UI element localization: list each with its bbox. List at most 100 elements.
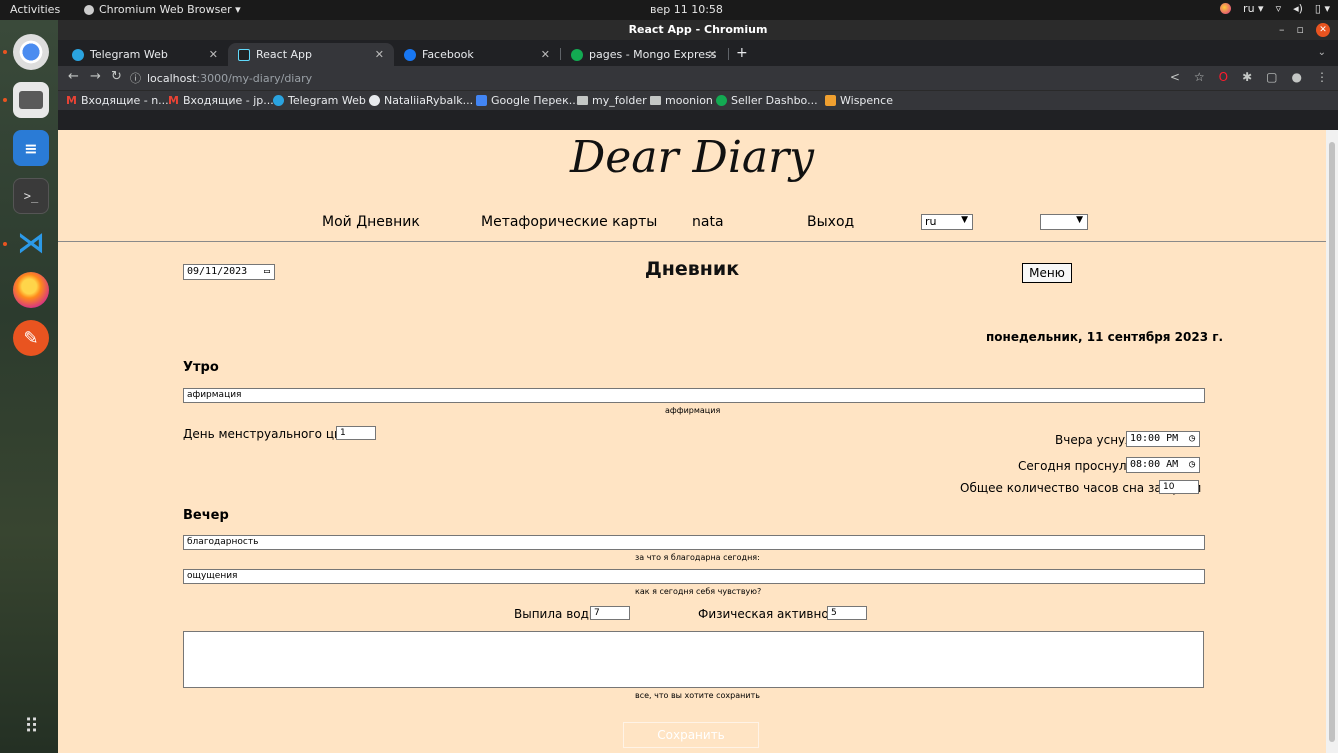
folder-icon bbox=[650, 96, 661, 105]
writer-dock-icon[interactable]: ≡ bbox=[13, 130, 49, 166]
tab-mongo-express[interactable]: pages - Mongo Express ✕ bbox=[561, 43, 727, 66]
bookmark-label: my_folder bbox=[592, 94, 647, 107]
tab-close-icon[interactable]: ✕ bbox=[541, 48, 550, 61]
tab-telegram[interactable]: Telegram Web ✕ bbox=[62, 43, 228, 66]
bookmark-star-icon[interactable]: ☆ bbox=[1194, 70, 1205, 84]
side-panel-icon[interactable]: ▢ bbox=[1266, 70, 1277, 84]
bookmark-item[interactable]: M Входящие - jp... bbox=[168, 94, 274, 107]
maximize-icon[interactable]: ▫ bbox=[1297, 23, 1304, 37]
tab-label: pages - Mongo Express bbox=[589, 48, 717, 61]
site-logo[interactable]: Dear Diary bbox=[58, 132, 1326, 183]
bookmark-item[interactable]: Seller Dashbo... bbox=[716, 94, 818, 107]
page-scrollbar[interactable] bbox=[1326, 130, 1338, 753]
woke-up-time-value: 08:00 AM bbox=[1130, 459, 1179, 470]
battery-icon[interactable]: ▯ ▾ bbox=[1315, 2, 1330, 15]
language-select[interactable]: ru ▼ bbox=[921, 214, 973, 230]
nav-my-diary[interactable]: Мой Дневник bbox=[322, 214, 420, 230]
running-indicator bbox=[3, 50, 7, 54]
cycle-day-input[interactable]: 1 bbox=[336, 426, 376, 440]
wispence-icon bbox=[825, 95, 836, 106]
clock-icon[interactable]: ◷ bbox=[1189, 458, 1195, 472]
inkscape-dock-icon[interactable]: ✎ bbox=[13, 320, 49, 356]
activities-button[interactable]: Activities bbox=[10, 3, 60, 16]
vscode-dock-icon[interactable]: ⋊ bbox=[13, 224, 49, 260]
affirmation-input[interactable]: афирмация bbox=[183, 388, 1205, 403]
nav-user[interactable]: nata bbox=[692, 214, 724, 230]
reload-icon[interactable]: ↻ bbox=[111, 69, 122, 84]
google-translate-icon bbox=[476, 95, 487, 106]
tab-strip: Telegram Web ✕ React App ✕ Facebook ✕ pa… bbox=[58, 40, 1338, 66]
tab-close-icon[interactable]: ✕ bbox=[209, 48, 218, 61]
woke-up-time-input[interactable]: 08:00 AM ◷ bbox=[1126, 457, 1200, 473]
bookmark-item[interactable]: my_folder bbox=[577, 94, 647, 107]
running-indicator bbox=[3, 242, 7, 246]
tab-facebook[interactable]: Facebook ✕ bbox=[394, 43, 560, 66]
firefox-tray-icon[interactable] bbox=[1220, 3, 1232, 14]
telegram-icon bbox=[273, 95, 284, 106]
save-button[interactable]: Сохранить bbox=[623, 722, 759, 748]
bookmark-item[interactable]: NataliiaRybalk... bbox=[369, 94, 473, 107]
feelings-input[interactable]: ощущения bbox=[183, 569, 1205, 584]
app-menu[interactable]: Chromium Web Browser ▾ bbox=[84, 3, 241, 16]
clock[interactable]: вер 11 10:58 bbox=[650, 3, 723, 16]
activity-input[interactable]: 5 bbox=[827, 606, 867, 620]
tab-close-icon[interactable]: ✕ bbox=[375, 48, 384, 61]
full-date: понедельник, 11 сентября 2023 г. bbox=[986, 330, 1224, 344]
profile-icon[interactable]: ● bbox=[1292, 70, 1302, 84]
bookmark-label: Wispence bbox=[840, 94, 893, 107]
address-path: :3000/my-diary/diary bbox=[196, 71, 313, 85]
close-icon[interactable]: ✕ bbox=[1316, 23, 1330, 37]
site-info-icon[interactable]: ⓘ bbox=[130, 70, 141, 86]
bookmark-item[interactable]: Telegram Web bbox=[273, 94, 366, 107]
menu-button[interactable]: Меню bbox=[1022, 263, 1072, 283]
bookmark-item[interactable]: Wispence bbox=[825, 94, 893, 107]
bookmark-item[interactable]: moonion bbox=[650, 94, 713, 107]
new-tab-icon[interactable]: + bbox=[736, 45, 748, 61]
gratitude-hint: за что я благодарна сегодня: bbox=[635, 553, 760, 562]
terminal-dock-icon[interactable]: >_ bbox=[13, 178, 49, 214]
language-indicator[interactable]: ru ▾ bbox=[1243, 2, 1264, 15]
tab-label: React App bbox=[256, 48, 313, 61]
system-tray[interactable]: ru ▾ ▿ ◂) ▯ ▾ bbox=[1220, 2, 1330, 15]
sleep-hours-input[interactable]: 10 bbox=[1159, 480, 1199, 494]
address-bar[interactable]: ⓘ localhost:3000/my-diary/diary bbox=[130, 68, 1130, 88]
gratitude-input[interactable]: благодарность bbox=[183, 535, 1205, 550]
secondary-select[interactable]: ▼ bbox=[1040, 214, 1088, 230]
bookmark-label: Telegram Web bbox=[288, 94, 366, 107]
browser-menu-icon[interactable]: ⋮ bbox=[1316, 70, 1328, 84]
header-divider bbox=[58, 241, 1326, 242]
firefox-dock-icon[interactable] bbox=[13, 272, 49, 308]
scrollbar-thumb[interactable] bbox=[1329, 142, 1335, 742]
extensions-icon[interactable]: ✱ bbox=[1242, 70, 1252, 84]
minimize-icon[interactable]: – bbox=[1279, 23, 1285, 37]
fell-asleep-time-input[interactable]: 10:00 PM ◷ bbox=[1126, 431, 1200, 447]
back-icon[interactable]: ← bbox=[68, 69, 79, 84]
files-dock-icon[interactable] bbox=[13, 82, 49, 118]
bookmark-item[interactable]: M Входящие - n... bbox=[66, 94, 169, 107]
forward-icon[interactable]: → bbox=[90, 69, 101, 84]
page-content: Dear Diary Мой Дневник Метафорические ка… bbox=[58, 130, 1326, 753]
window-title: React App - Chromium bbox=[58, 20, 1338, 40]
tab-close-icon[interactable]: ✕ bbox=[708, 48, 717, 61]
morning-heading: Утро bbox=[183, 360, 219, 375]
browser-window: React App - Chromium – ▫ ✕ Telegram Web … bbox=[58, 20, 1338, 753]
chromium-dock-icon[interactable] bbox=[13, 34, 49, 70]
notes-textarea[interactable] bbox=[183, 631, 1204, 688]
show-apps-icon[interactable]: ⠿ bbox=[13, 708, 49, 744]
network-icon[interactable]: ▿ bbox=[1276, 2, 1282, 15]
water-input[interactable]: 7 bbox=[590, 606, 630, 620]
bookmark-label: Seller Dashbo... bbox=[731, 94, 818, 107]
opera-extension-icon[interactable]: O bbox=[1219, 70, 1228, 84]
share-icon[interactable]: < bbox=[1170, 70, 1180, 84]
tab-label: Facebook bbox=[422, 48, 474, 61]
clock-icon[interactable]: ◷ bbox=[1189, 432, 1195, 446]
tab-react-app[interactable]: React App ✕ bbox=[228, 43, 394, 66]
volume-icon[interactable]: ◂) bbox=[1293, 2, 1303, 15]
nav-logout[interactable]: Выход bbox=[807, 214, 854, 230]
nav-metaphoric-cards[interactable]: Метафорические карты bbox=[481, 214, 657, 230]
bookmark-item[interactable]: Google Перек... bbox=[476, 94, 579, 107]
window-controls: – ▫ ✕ bbox=[1279, 23, 1330, 37]
dock: ≡ >_ ⋊ ✎ ⠿ bbox=[0, 20, 58, 753]
chevron-down-icon: ▼ bbox=[961, 215, 968, 225]
tab-search-icon[interactable]: ⌄ bbox=[1318, 47, 1326, 58]
